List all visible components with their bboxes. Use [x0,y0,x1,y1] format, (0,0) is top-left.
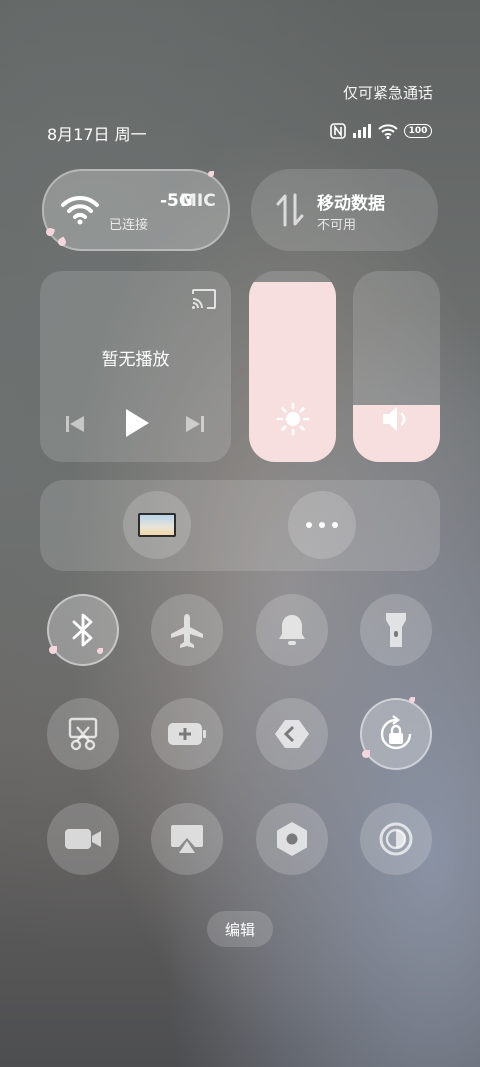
previous-icon[interactable] [65,414,85,434]
contrast-icon [379,822,413,856]
screen-cast-icon [171,825,203,853]
mobile-data-title: 移动数据 [317,194,385,214]
wifi-ssid-tail: MIC [180,191,216,211]
mobile-data-status: 不可用 [317,218,357,233]
bluetooth-toggle[interactable] [47,594,119,666]
wifi-icon [378,124,398,139]
screen-cast-toggle[interactable] [151,803,223,875]
rotation-lock-icon [380,715,412,750]
wifi-status: 已连接 [109,218,149,233]
screen-record-toggle[interactable] [47,803,119,875]
display-thumbnail-icon [138,513,176,537]
airplane-mode-toggle[interactable] [151,594,223,666]
screenshot-toggle[interactable] [47,698,119,770]
petal-decoration [362,750,370,758]
more-icon [306,522,338,528]
date-text: 8月17日 周一 [47,125,147,144]
petal-decoration [97,648,103,654]
share-toggle[interactable] [256,698,328,770]
next-icon[interactable] [185,414,205,434]
airplane-icon [171,614,203,648]
wifi-icon [61,195,99,225]
nfc-icon [330,123,346,139]
mobile-data-tile[interactable]: 移动数据 不可用 [251,169,438,251]
media-player[interactable]: 暂无播放 [40,271,231,462]
display-thumbnail-button[interactable] [123,491,191,559]
cast-icon[interactable] [191,288,217,310]
data-transfer-icon [276,193,304,227]
battery-plus-icon [168,723,206,745]
petal-decoration [409,697,415,703]
wifi-tile[interactable]: -5G MIC 已连接 [42,169,230,251]
settings-toggle[interactable] [256,803,328,875]
quick-apps-panel [40,480,440,571]
play-icon[interactable] [124,408,150,438]
bell-icon [279,615,305,645]
bluetooth-icon [72,613,93,647]
dark-mode-toggle[interactable] [360,803,432,875]
brightness-icon [276,402,310,436]
more-button[interactable] [288,491,356,559]
video-camera-icon [65,829,101,849]
share-icon [275,720,309,748]
volume-slider[interactable] [353,271,440,462]
volume-icon [383,407,406,431]
petal-decoration [208,171,214,177]
hexagon-settings-icon [277,822,307,856]
media-title: 暂无播放 [101,350,170,370]
scissors-icon [68,717,98,751]
emergency-calls-only-text: 仅可紧急通话 [342,84,433,102]
battery-saver-toggle[interactable] [151,698,223,770]
flashlight-icon [386,613,406,647]
battery-icon: 100 [404,124,432,138]
signal-icon [353,124,371,138]
silent-mode-toggle[interactable] [256,594,328,666]
status-icons: 100 [330,123,432,139]
rotation-lock-toggle[interactable] [360,698,432,770]
flashlight-toggle[interactable] [360,594,432,666]
edit-button[interactable]: 编辑 [207,911,273,947]
petal-decoration [49,646,57,654]
brightness-slider[interactable] [249,271,336,462]
